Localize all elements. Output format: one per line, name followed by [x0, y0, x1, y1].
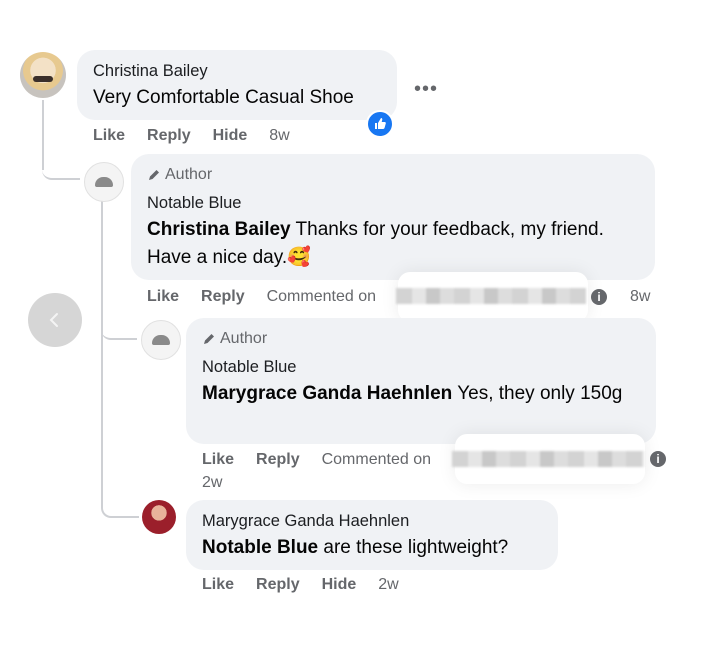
reply-button[interactable]: Reply [201, 288, 245, 306]
comment-text: Very Comfortable Casual Shoe [93, 87, 354, 108]
reply-time[interactable]: 2w [378, 576, 398, 594]
redacted-text [396, 288, 586, 304]
info-icon[interactable]: i [591, 289, 607, 305]
like-reaction-badge[interactable] [366, 110, 394, 138]
hide-button[interactable]: Hide [213, 127, 248, 145]
reply-button[interactable]: Reply [256, 451, 300, 469]
reply-time-row: 8w [630, 288, 672, 306]
reply-author[interactable]: Notable Blue [202, 358, 296, 377]
reply-text: Marygrace Ganda Haehnlen Yes, they only … [202, 380, 632, 408]
avatar-marygrace[interactable] [142, 500, 176, 534]
reply-body: are these lightweight? [318, 537, 509, 558]
author-badge: Author [202, 330, 267, 348]
like-button[interactable]: Like [93, 127, 125, 145]
comment-time[interactable]: 8w [269, 127, 289, 145]
avatar-notable-blue[interactable] [141, 320, 181, 360]
reply-bubble-2: Author Notable Blue Marygrace Ganda Haeh… [186, 318, 656, 444]
mention-link[interactable]: Christina Bailey [147, 219, 291, 240]
reply-actions: Like Reply Commented on [202, 451, 453, 469]
more-options-icon[interactable]: ••• [414, 78, 438, 101]
commented-on-label[interactable]: Commented on [267, 288, 376, 306]
mention-link[interactable]: Marygrace Ganda Haehnlen [202, 383, 452, 404]
reply-body: Yes, they only 150g [452, 383, 623, 404]
reply-author[interactable]: Marygrace Ganda Haehnlen [202, 512, 409, 531]
reply-bubble-3: Marygrace Ganda Haehnlen Notable Blue ar… [186, 500, 558, 570]
reply-text: Christina Bailey Thanks for your feedbac… [147, 216, 637, 272]
like-button[interactable]: Like [147, 288, 179, 306]
comment-actions: Like Reply Hide 8w [93, 127, 312, 145]
thread-elbow-1 [42, 150, 80, 180]
author-badge: Author [147, 166, 212, 184]
reply-text: Notable Blue are these lightweight? [202, 534, 508, 562]
author-tag-label: Author [220, 330, 268, 347]
thumbs-up-icon [375, 118, 386, 129]
reply-time-row: 2w [202, 474, 244, 492]
commented-on-label[interactable]: Commented on [322, 451, 431, 469]
chevron-left-icon [49, 313, 58, 327]
author-tag-label: Author [165, 166, 213, 183]
thread-line-sub [101, 198, 103, 508]
info-icon[interactable]: i [650, 451, 666, 467]
avatar-christina-bailey[interactable] [20, 52, 66, 98]
reply-time[interactable]: 2w [202, 474, 222, 492]
like-button[interactable]: Like [202, 576, 234, 594]
previous-button[interactable] [28, 293, 82, 347]
thread-elbow-2 [101, 310, 137, 340]
thread-elbow-3 [101, 488, 139, 518]
reply-actions: Like Reply Commented on [147, 288, 398, 306]
pen-icon [204, 334, 214, 344]
reply-author[interactable]: Notable Blue [147, 194, 241, 213]
reply-time[interactable]: 8w [630, 288, 650, 306]
comment-author[interactable]: Christina Bailey [93, 62, 208, 81]
reply-button[interactable]: Reply [147, 127, 191, 145]
comment-bubble-christina: Christina Bailey Very Comfortable Casual… [77, 50, 397, 120]
hide-button[interactable]: Hide [322, 576, 357, 594]
reply-actions: Like Reply Hide 2w [202, 576, 421, 594]
redacted-text [452, 451, 644, 467]
reply-button[interactable]: Reply [256, 576, 300, 594]
reply-bubble-1: Author Notable Blue Christina Bailey Tha… [131, 154, 655, 280]
mention-link[interactable]: Notable Blue [202, 537, 318, 558]
like-button[interactable]: Like [202, 451, 234, 469]
avatar-notable-blue[interactable] [84, 162, 124, 202]
pen-icon [149, 170, 159, 180]
